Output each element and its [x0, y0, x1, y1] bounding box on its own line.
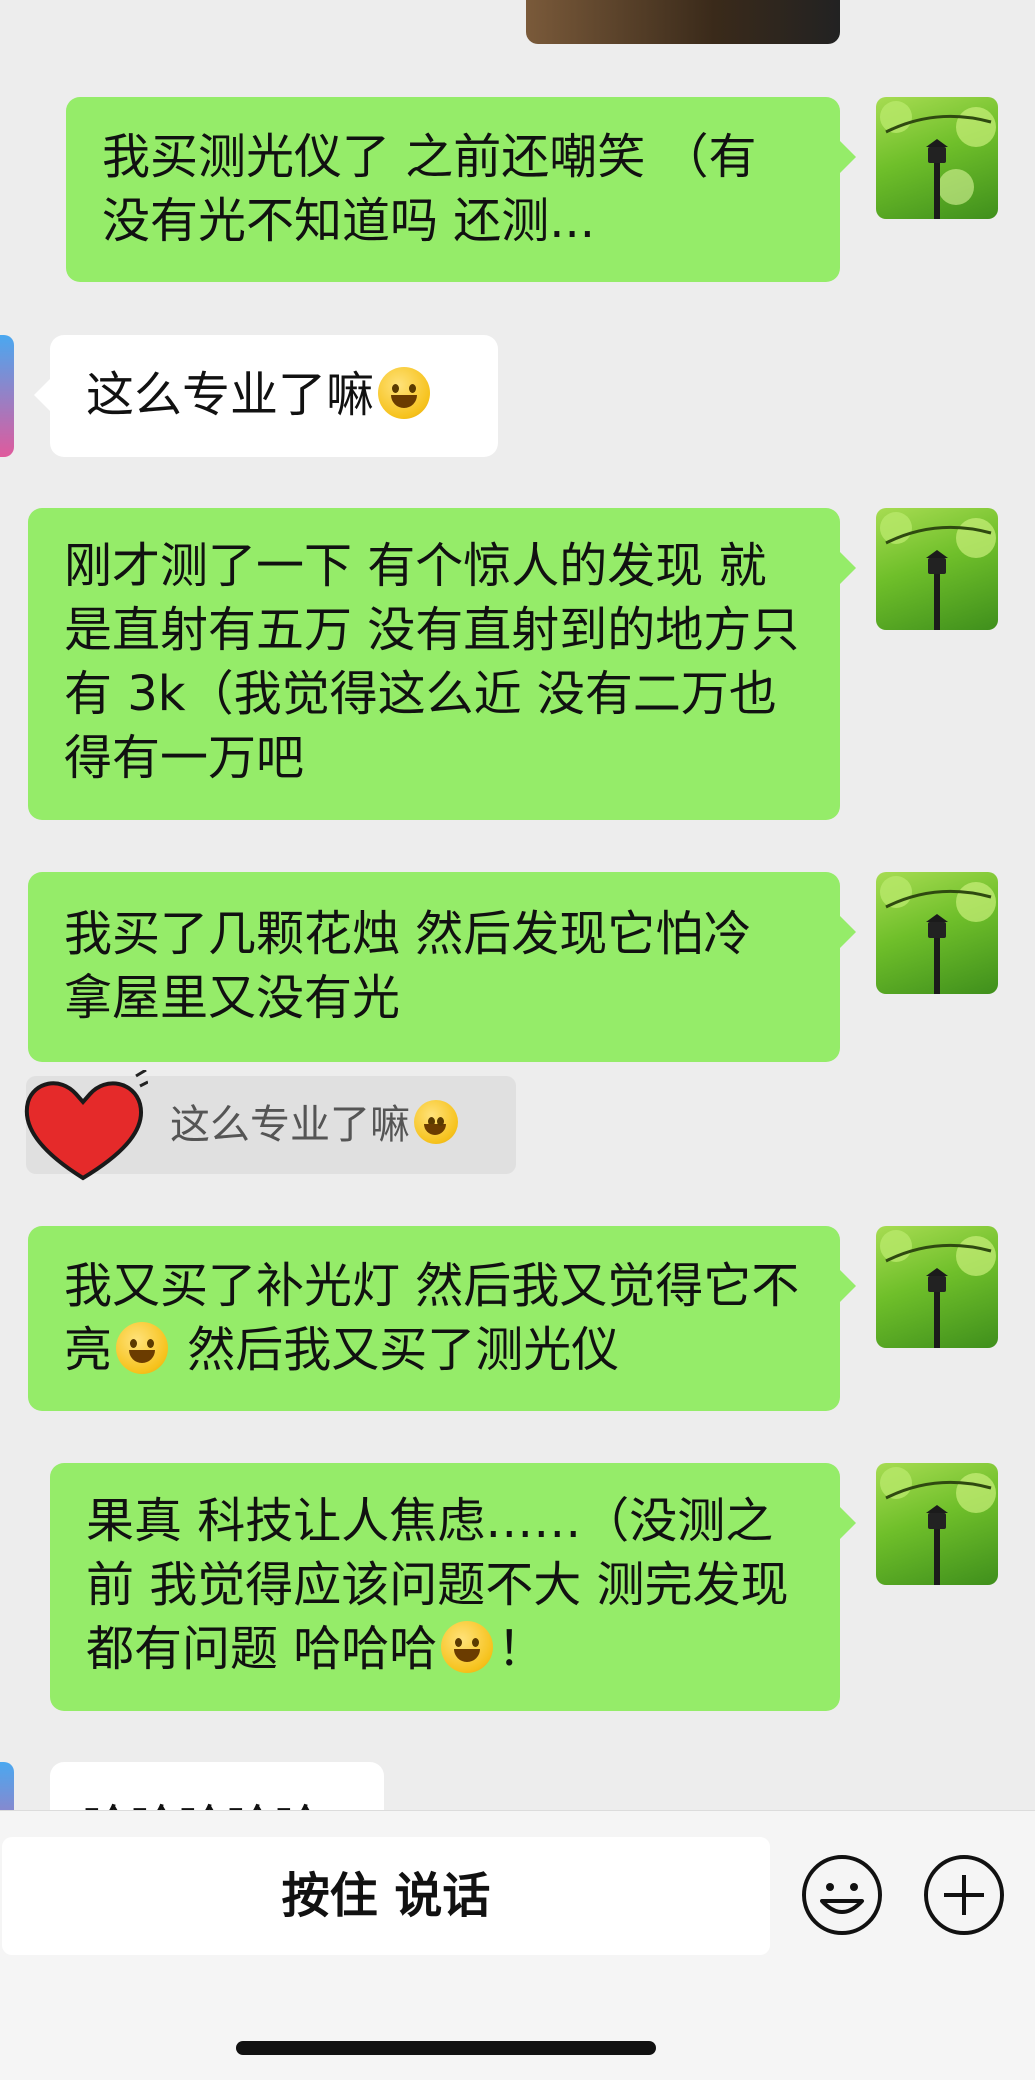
message-bubble-outgoing[interactable]: 我买了几颗花烛 然后发现它怕冷 拿屋里又没有光	[28, 872, 856, 1062]
image-message-partial[interactable]	[526, 0, 840, 44]
home-indicator[interactable]	[236, 2041, 656, 2055]
lamp-tree-avatar-icon	[880, 876, 996, 994]
lamp-tree-avatar-icon	[880, 1467, 996, 1585]
message-bubble-incoming[interactable]: 哈哈哈哈哈	[50, 1762, 384, 1810]
tears-of-joy-emoji-icon	[116, 1322, 169, 1374]
message-bubble-outgoing[interactable]: 我又买了补光灯 然后我又觉得它不亮 然后我又买了测光仪	[28, 1226, 856, 1411]
message-text: 果真 科技让人焦虑……（没测之前 我觉得应该问题不大 测完发现都有问题 哈哈哈	[86, 1493, 789, 1677]
message-bubble-outgoing[interactable]: 我买测光仪了 之前还嘲笑 （有没有光不知道吗 还测...	[66, 97, 856, 282]
thinking-face-emoji-icon	[378, 367, 431, 419]
message-text-continued: ！	[497, 1621, 546, 1677]
heart-sticker-icon	[24, 1070, 148, 1181]
message-bubble-outgoing[interactable]: 刚才测了一下 有个惊人的发现 就是直射有五万 没有直射到的地方只有 3k（我觉得…	[28, 508, 856, 820]
message-bubble-outgoing[interactable]: 果真 科技让人焦虑……（没测之前 我觉得应该问题不大 测完发现都有问题 哈哈哈！	[50, 1463, 856, 1711]
message-text: 我买测光仪了 之前还嘲笑 （有没有光不知道吗 还测...	[102, 129, 757, 249]
thinking-face-emoji-icon	[414, 1100, 458, 1144]
peer-avatar[interactable]	[0, 335, 14, 457]
hold-to-talk-button[interactable]: 按住 说话	[2, 1837, 770, 1955]
my-avatar[interactable]	[876, 508, 998, 630]
plus-circle-icon[interactable]	[922, 1853, 1006, 1937]
peer-avatar[interactable]	[0, 1762, 14, 1810]
message-text: 我买了几颗花烛 然后发现它怕冷 拿屋里又没有光	[64, 906, 752, 1026]
grinning-face-emoji-icon	[441, 1621, 494, 1673]
my-avatar[interactable]	[876, 97, 998, 219]
quoted-text: 这么专业了嘛	[170, 1102, 410, 1148]
message-text: 这么专业了嘛	[86, 367, 375, 423]
my-avatar[interactable]	[876, 872, 998, 994]
my-avatar[interactable]	[876, 1463, 998, 1585]
message-text-continued: 然后我又买了测光仪	[172, 1322, 620, 1378]
message-text: 哈哈哈哈哈	[82, 1800, 322, 1810]
message-text: 刚才测了一下 有个惊人的发现 就是直射有五万 没有直射到的地方只有 3k（我觉得…	[64, 538, 800, 786]
lamp-tree-avatar-icon	[880, 1230, 996, 1348]
message-bubble-incoming[interactable]: 这么专业了嘛	[34, 335, 498, 457]
lamp-tree-avatar-icon	[880, 512, 996, 630]
chat-area[interactable]: 我买测光仪了 之前还嘲笑 （有没有光不知道吗 还测... 这么专业了嘛 刚才测了…	[0, 0, 1035, 1810]
input-toolbar: 按住 说话	[0, 1810, 1035, 2080]
lamp-tree-avatar-icon	[880, 101, 996, 219]
smiley-face-icon[interactable]	[800, 1853, 884, 1937]
my-avatar[interactable]	[876, 1226, 998, 1348]
